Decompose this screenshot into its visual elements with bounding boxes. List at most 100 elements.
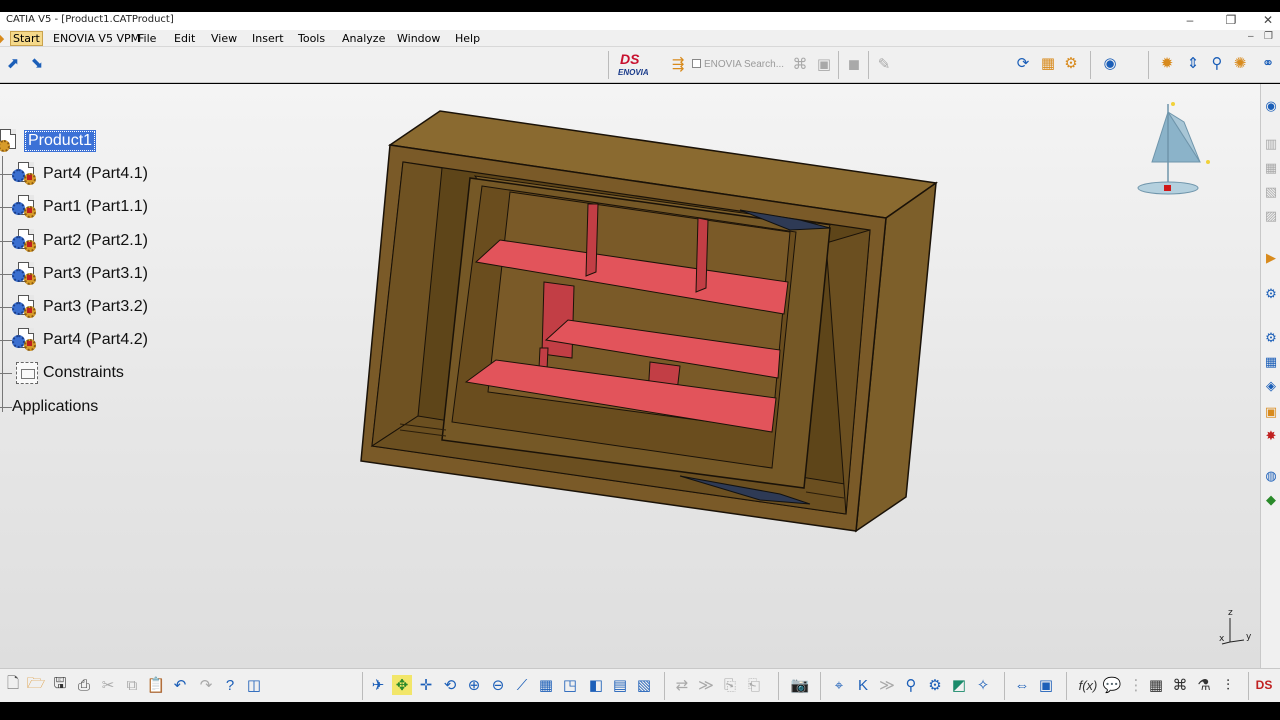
zoom-out-icon[interactable]: ⊖ <box>488 675 508 695</box>
fly-mode-icon[interactable]: ✈ <box>368 675 388 695</box>
enovia-search[interactable]: ENOVIA Search... <box>692 59 784 70</box>
smart-move-icon[interactable]: ✺ <box>1230 53 1250 73</box>
fit-all-icon[interactable]: ✥ <box>392 675 412 695</box>
manipulate-icon[interactable]: ⇕ <box>1183 53 1203 73</box>
tool-gray-icon[interactable]: ◼ <box>844 54 864 74</box>
zoom-in-icon[interactable]: ⊕ <box>464 675 484 695</box>
tool-orange-icon-2[interactable]: ▣ <box>1261 402 1280 422</box>
enovia-connect-icon[interactable]: ⇶ <box>668 54 688 74</box>
enovia-tree-icon[interactable]: ⌘ <box>790 54 810 74</box>
enovia-search-checkbox[interactable] <box>692 59 701 68</box>
component-icon[interactable]: ⚙ <box>1061 53 1081 73</box>
compass-widget[interactable] <box>1124 92 1214 202</box>
target-icon[interactable]: ⌖ <box>829 675 849 695</box>
update-icon[interactable]: ⟳ <box>1013 53 1033 73</box>
redo-icon[interactable]: ↷ <box>196 675 216 695</box>
product-icon[interactable]: ▦ <box>1038 53 1058 73</box>
3d-model[interactable] <box>0 84 1260 668</box>
hide-show-icon[interactable]: ▤ <box>610 675 630 695</box>
formula-icon[interactable]: f(x) <box>1078 675 1098 695</box>
menu-view[interactable]: View <box>211 32 237 45</box>
cube-view-icon[interactable]: ◫ <box>244 675 264 695</box>
select-arrow-icon[interactable]: ⬈ <box>3 53 23 73</box>
close-button[interactable]: ✕ <box>1258 13 1278 27</box>
menu-window[interactable]: Window <box>397 32 440 45</box>
toolbar-separator <box>1248 672 1249 700</box>
tree-icon[interactable]: ⌘ <box>1170 675 1190 695</box>
iso-view-icon[interactable]: ◳ <box>560 675 580 695</box>
tool-green-icon[interactable]: ◆ <box>1261 490 1280 510</box>
toolbar-overflow-icon[interactable]: ⚭ <box>1258 53 1278 73</box>
tool-gray-icon-7[interactable]: ≫ <box>877 675 897 695</box>
tool-gray-icon-6[interactable]: ⎗ <box>744 675 764 695</box>
pan-icon[interactable]: ✛ <box>416 675 436 695</box>
table-icon[interactable]: ▦ <box>1146 675 1166 695</box>
tool-gray-icon-8[interactable]: ⋮ <box>1126 675 1146 695</box>
tool-wand-icon[interactable]: ✎ <box>874 54 894 74</box>
snap-icon[interactable]: ⚲ <box>1207 53 1227 73</box>
save-icon[interactable]: 🖫 <box>50 675 70 695</box>
material-icon[interactable]: ◩ <box>949 675 969 695</box>
menu-help[interactable]: Help <box>455 32 480 45</box>
print-icon[interactable]: ⎙ <box>74 675 94 695</box>
new-file-icon[interactable]: 🗋 <box>3 675 23 695</box>
forward-icon[interactable]: ≫ <box>696 675 716 695</box>
comment-icon[interactable]: 💬 <box>1102 675 1122 695</box>
cut-icon[interactable]: ✂ <box>98 675 118 695</box>
menu-file[interactable]: File <box>138 32 156 45</box>
catalog-icon[interactable]: ⇄ <box>672 675 692 695</box>
mdi-minimize-button[interactable]: – <box>1248 31 1254 42</box>
tool-orange-icon[interactable]: ▶ <box>1261 248 1280 268</box>
open-file-icon[interactable]: 🗁 <box>26 675 46 695</box>
tool-blue-icon[interactable]: ⚙ <box>1261 284 1280 304</box>
cube-icon[interactable]: ◈ <box>1261 376 1280 396</box>
magnifier-icon[interactable]: ⚲ <box>901 675 921 695</box>
paste-icon[interactable]: 📋 <box>146 675 166 695</box>
new-component-icon[interactable]: ◉ <box>1261 96 1280 116</box>
window-title: CATIA V5 - [Product1.CATProduct] <box>6 14 174 25</box>
menu-tools[interactable]: Tools <box>298 32 325 45</box>
enovia-save-icon[interactable]: ▣ <box>814 54 834 74</box>
explode-icon[interactable]: ✹ <box>1157 53 1177 73</box>
align-icon[interactable]: ⫶ <box>1218 675 1238 695</box>
measure-icon[interactable]: ⚙ <box>1261 328 1280 348</box>
tool-gray-icon-5[interactable]: ⎘ <box>720 675 740 695</box>
menu-start[interactable]: Start <box>10 31 43 46</box>
rotate-icon[interactable]: ⟲ <box>440 675 460 695</box>
render-icon[interactable]: ⚙ <box>925 675 945 695</box>
measure-tool-icon[interactable]: ▣ <box>1036 675 1056 695</box>
minimize-button[interactable]: – <box>1180 13 1200 27</box>
mdi-restore-button[interactable]: ❐ <box>1264 31 1273 42</box>
ds-enovia-logo: DS ENOVIA <box>618 51 649 77</box>
menu-enovia[interactable]: ENOVIA V5 VPM <box>53 32 140 45</box>
menu-insert[interactable]: Insert <box>252 32 284 45</box>
3d-viewport[interactable]: Product1 Part4 (Part4.1) Part1 (Part1.1)… <box>0 84 1260 668</box>
tool-gray-icon-2[interactable]: ▦ <box>1261 158 1280 178</box>
undo-icon[interactable]: ↶ <box>170 675 190 695</box>
constraint-icon[interactable]: ◉ <box>1100 53 1120 73</box>
scene-icon[interactable]: K <box>853 675 873 695</box>
menu-edit[interactable]: Edit <box>174 32 195 45</box>
macro-icon[interactable]: ⚗ <box>1194 675 1214 695</box>
copy-icon[interactable]: ⧉ <box>122 675 142 695</box>
grid-icon[interactable]: ▦ <box>1261 352 1280 372</box>
exchange-icon[interactable]: ⇔ <box>1012 675 1032 695</box>
tool-blue-icon-2[interactable]: ◍ <box>1261 466 1280 486</box>
capture-icon[interactable]: 📷 <box>790 675 810 695</box>
light-icon[interactable]: ✧ <box>973 675 993 695</box>
multi-view-icon[interactable]: ▦ <box>536 675 556 695</box>
tool-gray-icon-3[interactable]: ▧ <box>1261 182 1280 202</box>
toolbar-separator <box>1004 672 1005 700</box>
bottom-toolbar: 🗋 🗁 🖫 ⎙ ✂ ⧉ 📋 ↶ ↷ ? ◫ ✈ ✥ ✛ ⟲ ⊕ ⊖ ⟋ ▦ ◳ … <box>0 668 1280 702</box>
status-bar <box>0 702 1280 720</box>
menu-analyze[interactable]: Analyze <box>342 32 385 45</box>
tool-red-icon[interactable]: ✸ <box>1261 426 1280 446</box>
select-trap-icon[interactable]: ⬊ <box>27 53 47 73</box>
tool-gray-icon[interactable]: ▥ <box>1261 134 1280 154</box>
restore-button[interactable]: ❐ <box>1221 13 1241 27</box>
whats-this-icon[interactable]: ? <box>220 675 240 695</box>
render-style-icon[interactable]: ◧ <box>586 675 606 695</box>
tool-gray-icon-4[interactable]: ▨ <box>1261 206 1280 226</box>
normal-view-icon[interactable]: ⟋ <box>512 675 532 695</box>
swap-space-icon[interactable]: ▧ <box>634 675 654 695</box>
